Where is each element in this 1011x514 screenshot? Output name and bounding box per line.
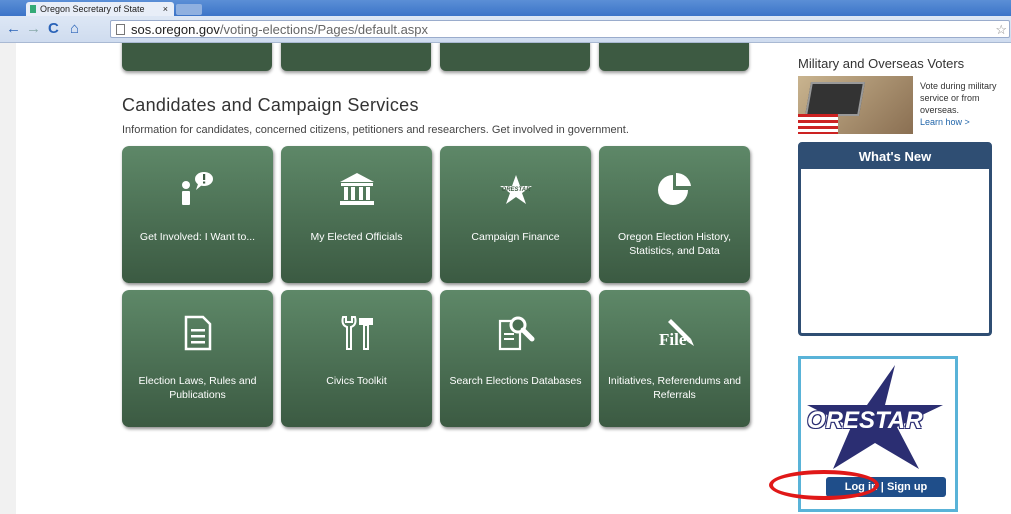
tile-label: Get Involved: I Want to... [139,231,256,243]
search-document-icon [440,310,591,356]
section-title: Candidates and Campaign Services [122,95,419,115]
learn-how-link[interactable]: Learn how > [920,117,970,127]
file-pen-icon: File [599,310,750,356]
page-icon [116,24,125,35]
tile-cutoff[interactable] [281,43,431,71]
new-tab-button[interactable] [176,4,202,15]
svg-text:ORESTAR: ORESTAR [501,187,531,193]
bookmark-star-icon[interactable]: ☆ [995,21,1007,39]
address-bar[interactable]: sos.oregon.gov/voting-elections/Pages/de… [110,20,1010,38]
military-voters-text: Vote during military service or from ove… [920,80,1010,128]
whats-new-header: What's New [801,145,989,169]
tile-cutoff[interactable] [599,43,749,71]
tile-label: Election Laws, Rules and Publications [138,375,257,401]
tile-get-involved[interactable]: Get Involved: I Want to... [122,146,273,283]
signup-link[interactable]: Sign up [887,481,927,493]
tile-search-databases[interactable]: Search Elections Databases [440,290,591,427]
tab-title: Oregon Secretary of State [40,4,145,14]
tile-label: Initiatives, Referendums and Referrals [607,375,742,401]
url-host: sos.oregon.gov [131,22,220,37]
back-arrow-icon[interactable]: ← [6,20,21,38]
browser-toolbar: ← → C ⌂ sos.oregon.gov/voting-elections/… [0,16,1011,43]
flag-icon [798,114,838,134]
annotation-circle [769,470,879,500]
forward-arrow-icon[interactable]: → [26,20,41,38]
tile-initiatives[interactable]: File Initiatives, Referendums and Referr… [599,290,750,427]
web-page: Candidates and Campaign Services Informa… [16,43,1011,514]
tile-election-laws[interactable]: Election Laws, Rules and Publications [122,290,273,427]
tile-elected-officials[interactable]: My Elected Officials [281,146,432,283]
orestar-logo: ORESTAR [807,407,923,434]
whats-new-panel: What's New [798,142,992,336]
reload-icon[interactable]: C [48,20,59,38]
separator: | [880,481,884,493]
tile-label: Search Elections Databases [449,375,582,387]
military-voters-image[interactable] [798,76,913,134]
browser-window: Oregon Secretary of State × ← → C ⌂ sos.… [0,0,1011,514]
tab-close-icon[interactable]: × [163,2,168,16]
tile-cutoff[interactable] [440,43,590,71]
capitol-building-icon [281,166,432,212]
home-icon[interactable]: ⌂ [70,20,79,38]
military-voters-title: Military and Overseas Voters [798,56,965,71]
military-description: Vote during military service or from ove… [920,81,997,115]
tile-election-history[interactable]: Oregon Election History, Statistics, and… [599,146,750,283]
favicon-icon [30,5,36,13]
section-subtitle: Information for candidates, concerned ci… [122,124,629,136]
orestar-star-icon: ORESTAR [440,166,591,212]
tile-label: Oregon Election History, Statistics, and… [617,231,732,257]
tile-cutoff[interactable] [122,43,272,71]
url-path: /voting-elections/Pages/default.aspx [219,22,429,37]
tile-label: My Elected Officials [310,231,403,243]
browser-tab[interactable]: Oregon Secretary of State × [26,2,174,16]
person-alert-icon [122,166,273,212]
tile-label: Campaign Finance [471,231,560,243]
tile-campaign-finance[interactable]: ORESTAR Campaign Finance [440,146,591,283]
tile-label: Civics Toolkit [326,375,387,387]
tile-civics-toolkit[interactable]: Civics Toolkit [281,290,432,427]
laptop-icon [805,82,865,116]
tools-icon [281,310,432,356]
document-icon [122,310,273,356]
tab-strip: Oregon Secretary of State × [0,0,1011,16]
pie-chart-icon [599,166,750,212]
